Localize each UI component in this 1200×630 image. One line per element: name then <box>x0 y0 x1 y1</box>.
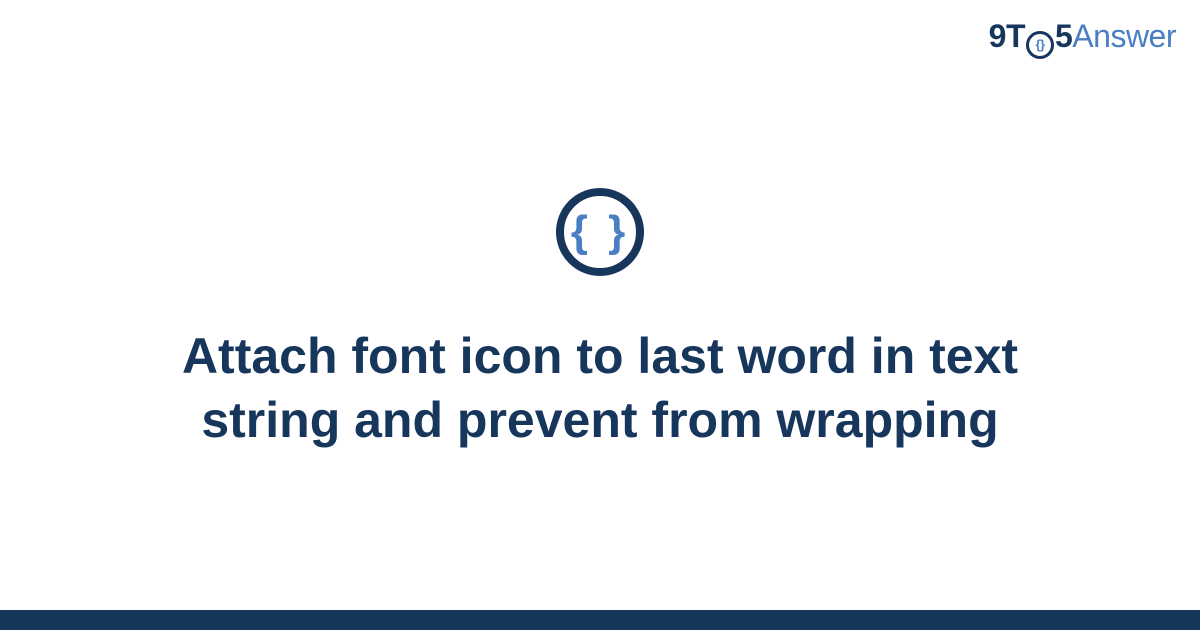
category-icon: { } <box>556 188 644 276</box>
main-content: { } Attach font icon to last word in tex… <box>0 0 1200 610</box>
footer-accent-bar <box>0 610 1200 630</box>
page-title: Attach font icon to last word in text st… <box>160 324 1040 452</box>
braces-icon: { } <box>571 210 629 254</box>
